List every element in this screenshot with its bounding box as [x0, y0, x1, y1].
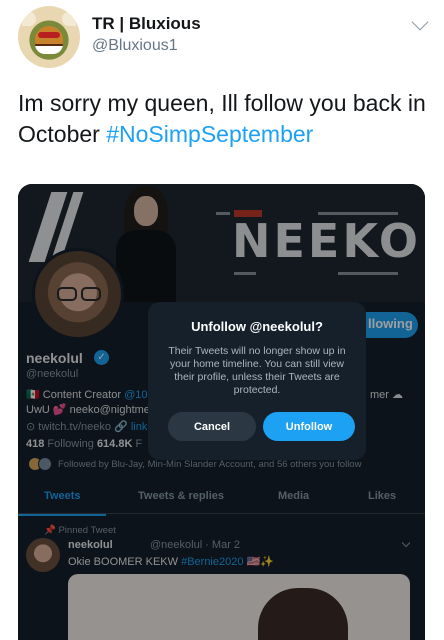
- cancel-button[interactable]: Cancel: [168, 412, 256, 441]
- dialog-body: Their Tweets will no longer show up in y…: [168, 345, 346, 396]
- avatar-horn-left: [22, 12, 36, 26]
- avatar-eyes: [38, 32, 60, 38]
- author-avatar[interactable]: [18, 6, 80, 68]
- chevron-down-icon[interactable]: [411, 13, 429, 31]
- tweet-text: Im sorry my queen, Ill follow you back i…: [18, 88, 428, 150]
- author-handle[interactable]: @Bluxious1: [92, 37, 178, 55]
- author-display-name[interactable]: TR | Bluxious: [92, 14, 201, 34]
- dialog-title: Unfollow @neekolul?: [191, 319, 323, 334]
- avatar-mouth: [35, 44, 63, 54]
- avatar-horn-right: [62, 12, 76, 26]
- embedded-screenshot[interactable]: NEEKO llowing neekolul ✓ @neekolul 🇲🇽 Co…: [18, 184, 425, 640]
- unfollow-dialog: Unfollow @neekolul? Their Tweets will no…: [148, 302, 366, 460]
- tweet-hashtag-link[interactable]: #NoSimpSeptember: [106, 121, 313, 147]
- unfollow-button[interactable]: Unfollow: [263, 412, 355, 441]
- tweet-header: TR | Bluxious @Bluxious1: [18, 2, 429, 70]
